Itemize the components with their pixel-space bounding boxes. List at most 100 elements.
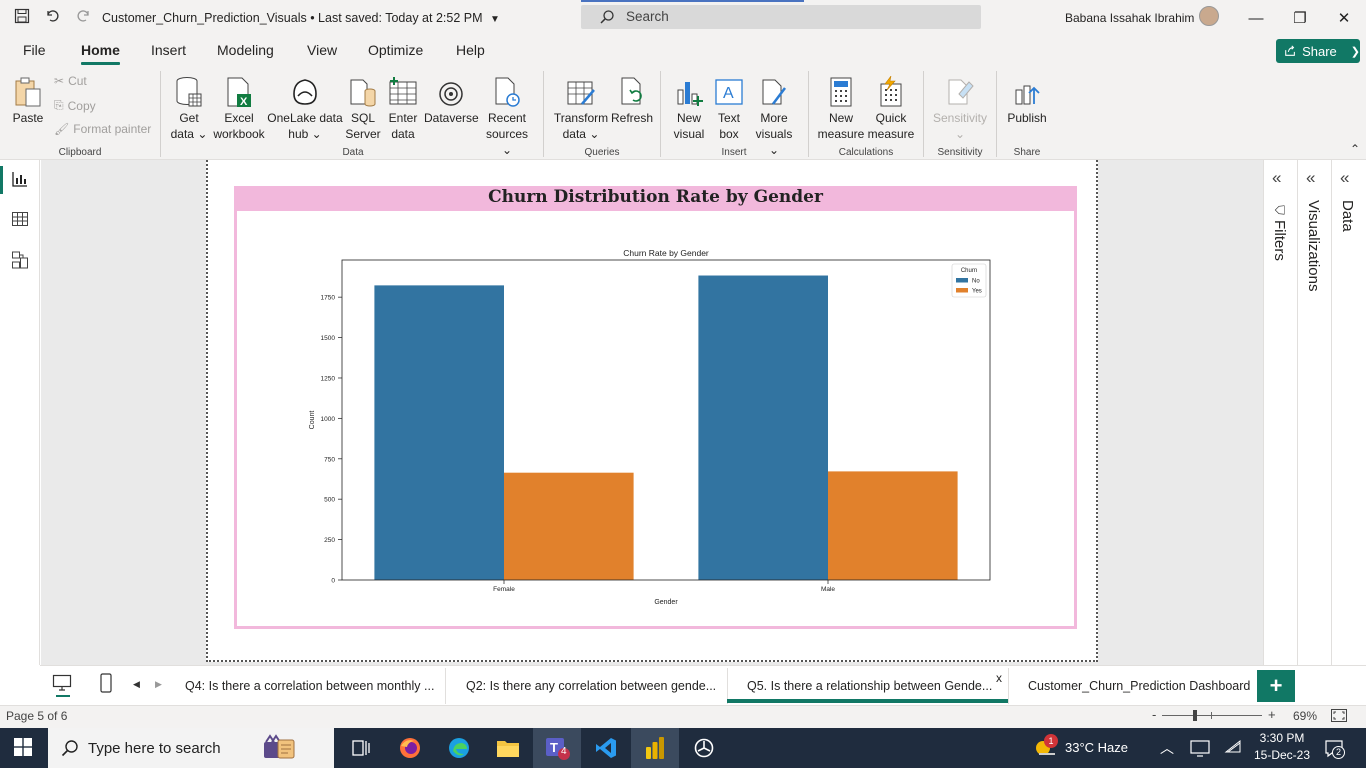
publish-button[interactable]: Publish [1004, 74, 1050, 126]
search-icon [61, 740, 78, 757]
ribbon-separator [808, 71, 809, 157]
bar-chart: Churn Rate by Gender 0 250 500 750 1000 1250 15… [309, 248, 991, 606]
edge-icon[interactable] [446, 735, 472, 761]
sql-server-button[interactable]: SQL Server [344, 74, 382, 142]
text-box-button[interactable]: A Text box [710, 74, 748, 142]
refresh-icon [616, 74, 648, 108]
user-name[interactable]: Babana Issahak Ibrahim [1065, 11, 1194, 25]
vscode-icon[interactable] [593, 735, 619, 761]
clock-time[interactable]: 3:30 PM [1258, 731, 1306, 745]
new-measure-button[interactable]: New measure [816, 74, 866, 142]
weather-text[interactable]: 33°C Haze [1065, 740, 1128, 755]
chatgpt-icon[interactable] [691, 735, 717, 761]
restore-button[interactable]: ❐ [1286, 6, 1314, 30]
ribbon-separator [543, 71, 544, 157]
recent-sources-icon [491, 74, 523, 108]
cut-button[interactable]: ✂ Cut [54, 74, 87, 88]
menu-view[interactable]: View [307, 42, 337, 58]
dataverse-button[interactable]: Dataverse [424, 74, 479, 126]
chevron-down-icon: ❯ [1350, 45, 1360, 58]
ribbon: Paste ✂ Cut ⎘ Copy 🖌 Format painter Clipboa… [0, 66, 1366, 160]
share-button[interactable]: Share ❯ [1276, 39, 1360, 63]
mobile-layout-icon[interactable] [100, 673, 112, 696]
fit-to-page-icon[interactable] [1331, 709, 1347, 725]
onelake-label-2: hub ⌄ [288, 127, 322, 141]
add-page-button[interactable]: + [1257, 670, 1295, 702]
filters-pane-label[interactable]: Filters [1271, 220, 1288, 261]
recent-sources-button[interactable]: Recent sources ⌄ [480, 74, 534, 158]
file-explorer-icon[interactable] [495, 735, 521, 761]
minimize-button[interactable]: — [1242, 6, 1270, 30]
menu-file[interactable]: File [23, 42, 46, 58]
enter-data-button[interactable]: Enter data [382, 74, 424, 142]
document-title[interactable]: Customer_Churn_Prediction_Visuals • Last… [102, 11, 500, 25]
excel-workbook-button[interactable]: X Excel workbook [212, 74, 266, 142]
menu-modeling[interactable]: Modeling [217, 42, 274, 58]
menu-optimize[interactable]: Optimize [368, 42, 423, 58]
refresh-button[interactable]: Refresh [610, 74, 654, 126]
scroll-tabs-right-icon[interactable]: ▶ [155, 679, 162, 690]
page-tab[interactable]: Q2: Is there any correlation between gen… [466, 667, 716, 704]
bar-chart-icon [673, 74, 705, 108]
clock-date[interactable]: 15-Dec-23 [1252, 748, 1312, 762]
undo-icon[interactable] [44, 8, 60, 27]
menu-home[interactable]: Home [81, 42, 120, 58]
report-view-icon[interactable] [11, 170, 29, 191]
sensitivity-label-1: Sensitivity [932, 111, 988, 125]
avatar[interactable] [1199, 6, 1219, 26]
close-tab-icon[interactable]: x [996, 671, 1002, 685]
copy-label: Copy [67, 98, 96, 113]
zoom-out-button[interactable]: - [1152, 707, 1156, 722]
power-bi-icon[interactable] [642, 735, 668, 761]
svg-text:A: A [723, 85, 734, 102]
y-tick-label: 500 [324, 497, 335, 504]
bar-yes-male [828, 471, 958, 580]
more-visuals-button[interactable]: More visuals ⌄ [750, 74, 798, 158]
page-tab[interactable]: Customer_Churn_Prediction Dashboard [1028, 667, 1250, 704]
onelake-data-hub-button[interactable]: OneLake data hub ⌄ [266, 74, 344, 142]
data-pane-label[interactable]: Data [1339, 200, 1356, 232]
collapse-visualizations-icon[interactable]: « [1306, 168, 1315, 188]
desktop-layout-icon[interactable] [52, 674, 72, 695]
collapse-filters-icon[interactable]: « [1272, 168, 1281, 188]
model-view-icon[interactable] [11, 250, 29, 273]
wifi-icon[interactable] [1224, 739, 1242, 758]
page-tab[interactable]: Q4: Is there a correlation between month… [185, 667, 434, 704]
sensitivity-button[interactable]: Sensitivity ⌄ [930, 74, 990, 142]
firefox-icon[interactable] [397, 735, 423, 761]
close-button[interactable]: ✕ [1330, 6, 1358, 30]
get-data-button[interactable]: Get data ⌄ [168, 74, 210, 142]
collapse-ribbon-icon[interactable]: ⌃ [1350, 142, 1360, 156]
paste-button[interactable]: Paste [8, 74, 48, 126]
format-painter-button[interactable]: 🖌 Format painter [54, 122, 151, 136]
collapse-data-icon[interactable]: « [1340, 168, 1349, 188]
menu-insert[interactable]: Insert [151, 42, 186, 58]
redo-icon[interactable] [76, 8, 92, 27]
excel-label-2: workbook [213, 127, 265, 141]
visualizations-pane-label[interactable]: Visualizations [1305, 200, 1322, 291]
table-view-icon[interactable] [11, 210, 29, 231]
task-view-icon[interactable] [348, 735, 374, 761]
show-hidden-icons-icon[interactable]: ︿ [1160, 738, 1174, 758]
windows-start-icon[interactable] [14, 738, 32, 759]
teams-icon[interactable]: T 4 [544, 735, 570, 761]
save-icon[interactable] [14, 8, 30, 27]
display-icon[interactable] [1190, 739, 1210, 760]
cut-label: Cut [68, 74, 87, 88]
zoom-in-button[interactable]: + [1268, 707, 1276, 722]
clipboard-group-label: Clipboard [58, 147, 102, 158]
copy-button[interactable]: ⎘ Copy [54, 98, 96, 113]
menu-help[interactable]: Help [456, 42, 485, 58]
search-input[interactable]: Search [581, 5, 981, 29]
quick-measure-button[interactable]: Quick measure [866, 74, 916, 142]
search-accent-bar [581, 0, 804, 2]
transform-data-button[interactable]: Transform data ⌄ [552, 74, 610, 142]
scroll-tabs-left-icon[interactable]: ◀ [133, 679, 140, 690]
new-visual-button[interactable]: New visual [668, 74, 710, 142]
text-box-label-1: Text [717, 111, 740, 125]
taskbar-search-input[interactable]: Type here to search [48, 728, 334, 768]
zoom-level[interactable]: 69% [1293, 709, 1317, 723]
zoom-slider-thumb[interactable] [1193, 710, 1197, 721]
sql-server-icon [347, 74, 379, 108]
zoom-slider-track[interactable] [1162, 715, 1262, 716]
